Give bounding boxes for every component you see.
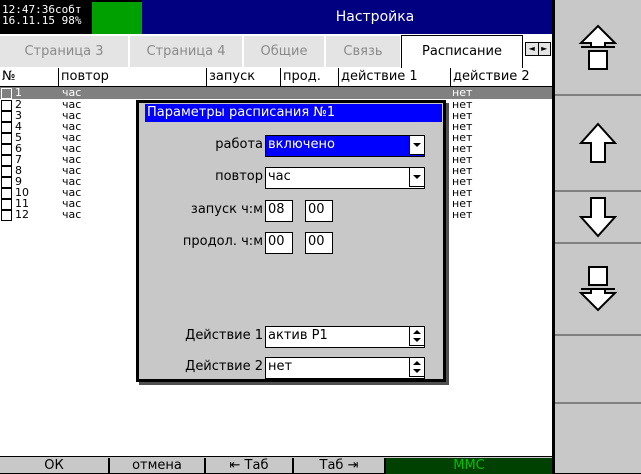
tab-page-4[interactable]: Страница 4 <box>130 36 244 67</box>
status-block: 12:47:36собт 16.11.15 98% <box>0 0 92 34</box>
status-date: 16.11.15 <box>2 14 55 27</box>
repeat-select[interactable]: час <box>265 167 425 189</box>
arrow-up-icon <box>578 121 618 165</box>
row-number: 1 <box>15 86 22 99</box>
spinner-icon[interactable] <box>409 357 425 377</box>
page-down-icon <box>578 265 618 313</box>
tab-page-3[interactable]: Страница 3 <box>0 36 130 67</box>
tab-schedule[interactable]: Расписание <box>401 35 523 69</box>
work-select[interactable]: включено <box>265 135 425 157</box>
ok-button[interactable]: ОК <box>0 458 110 474</box>
row-action-1: нет <box>452 86 473 99</box>
arrow-down-button[interactable] <box>555 192 641 242</box>
arrow-up-button[interactable] <box>555 96 641 190</box>
page-up-button[interactable] <box>555 0 641 94</box>
cancel-button[interactable]: отмена <box>110 458 206 474</box>
tab-scroll-right-icon[interactable]: ► <box>537 43 551 55</box>
duration-hours-field[interactable]: 00 <box>265 232 293 254</box>
page-down-button[interactable] <box>555 244 641 334</box>
status-battery: 98% <box>61 14 82 27</box>
work-value: включено <box>268 137 335 152</box>
col-repeat: повтор <box>58 68 209 86</box>
dialog-title: Параметры расписания №1 <box>145 104 442 122</box>
row-action-1: нет <box>452 208 473 221</box>
col-action-1: действие 1 <box>338 68 453 86</box>
row-checkbox[interactable] <box>1 210 12 221</box>
page-title: Настройка <box>142 0 552 34</box>
tab-connection[interactable]: Связь <box>326 36 402 67</box>
action-1-select[interactable]: актив Р1 <box>265 326 425 348</box>
row-checkbox[interactable] <box>1 88 12 99</box>
col-duration: прод. <box>280 68 341 86</box>
start-label: запуск ч:м <box>190 202 263 217</box>
start-minutes-field[interactable]: 00 <box>305 200 333 222</box>
tab-back-button[interactable]: ⇤ Таб <box>206 458 294 474</box>
action-2-label: Действие 2 <box>185 359 263 374</box>
duration-label: продол. ч:м <box>182 234 263 249</box>
action-1-value: актив Р1 <box>268 328 328 343</box>
duration-minutes-field[interactable]: 00 <box>305 232 333 254</box>
arrow-down-icon <box>578 195 618 239</box>
action-2-select[interactable]: нет <box>265 357 425 379</box>
repeat-value: час <box>268 169 291 184</box>
mmc-button[interactable]: MMC <box>386 458 552 474</box>
spinner-icon[interactable] <box>409 326 425 346</box>
tab-forward-button[interactable]: Таб ⇥ <box>294 458 386 474</box>
action-2-value: нет <box>268 359 293 374</box>
tab-general[interactable]: Общие <box>244 36 326 67</box>
chevron-down-icon[interactable] <box>409 167 425 187</box>
schedule-dialog: Параметры расписания №1 работа включено … <box>136 100 446 382</box>
col-number: № <box>2 69 16 84</box>
function-bar: ОК отмена ⇤ Таб Таб ⇥ MMC <box>0 456 552 474</box>
row-repeat: час <box>62 208 82 221</box>
repeat-label: повтор <box>215 169 263 184</box>
chevron-down-icon[interactable] <box>409 135 425 155</box>
work-label: работа <box>215 137 263 152</box>
col-action-2: действие 2 <box>450 68 555 86</box>
side-empty-button-1[interactable] <box>555 336 641 402</box>
tab-bar: Страница 3 Страница 4 Общие Связь Распис… <box>0 34 552 69</box>
col-start: запуск <box>206 68 283 86</box>
row-number: 12 <box>15 208 29 221</box>
row-repeat: час <box>62 86 82 99</box>
status-indicator <box>92 2 142 34</box>
table-header: № повтор запуск прод. действие 1 действи… <box>0 68 552 87</box>
page-up-icon <box>578 23 618 71</box>
tab-scroll-left-icon[interactable]: ◄ <box>526 43 538 55</box>
tab-scroll: ◄ ► <box>525 42 551 56</box>
side-panel <box>552 0 641 473</box>
side-empty-button-2[interactable] <box>555 404 641 473</box>
action-1-label: Действие 1 <box>185 328 263 343</box>
start-hours-field[interactable]: 08 <box>265 200 293 222</box>
